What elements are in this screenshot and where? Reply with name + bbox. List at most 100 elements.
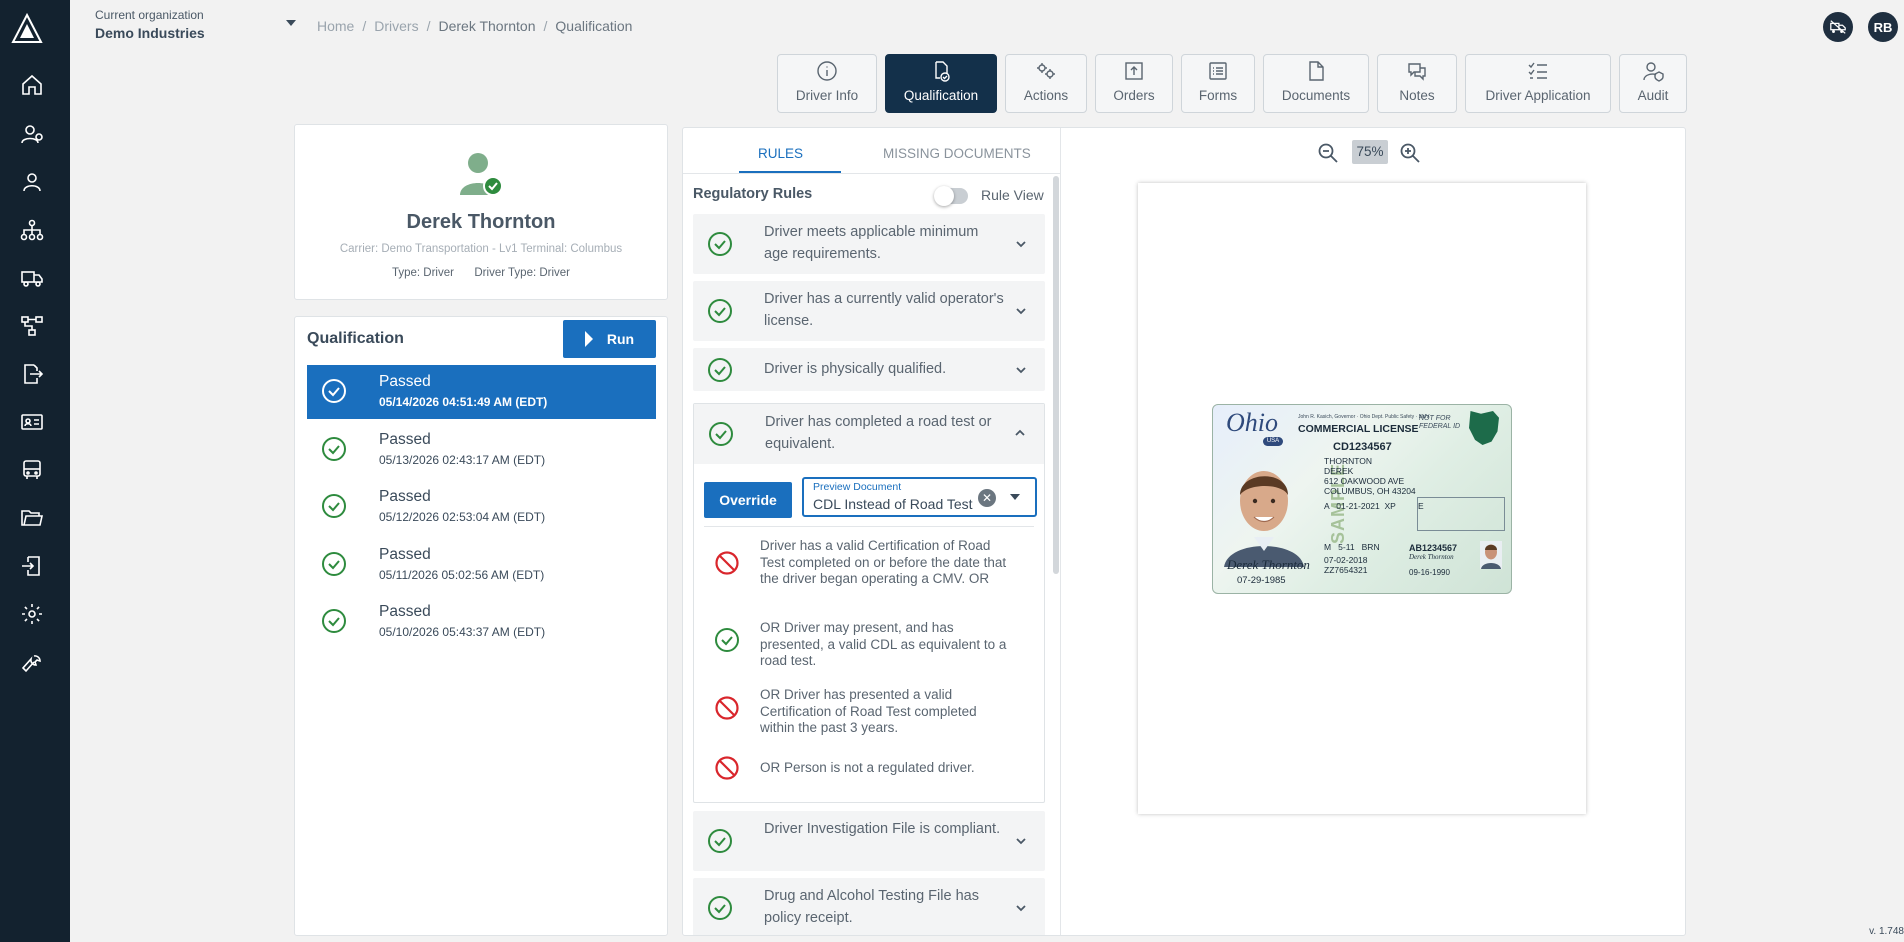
check-circle-icon [322, 437, 346, 461]
check-circle-icon [708, 896, 732, 920]
org-chart-icon[interactable] [19, 217, 45, 243]
play-icon [584, 331, 593, 347]
history-item[interactable]: Passed 05/10/2026 05:43:37 AM (EDT) [307, 595, 656, 649]
check-circle-icon [322, 552, 346, 576]
preview-document-label: Preview Document [813, 481, 902, 493]
rule-item[interactable]: Drug and Alcohol Testing File has policy… [693, 878, 1045, 935]
chevron-down-icon[interactable] [1015, 305, 1027, 317]
rule-item[interactable]: Driver is physically qualified. [693, 348, 1045, 391]
rules-panel: RULES MISSING DOCUMENTS Regulatory Rules… [682, 127, 1686, 936]
dropdown-caret-icon[interactable] [1010, 494, 1020, 500]
chevron-down-icon[interactable] [1015, 364, 1027, 376]
chevron-down-icon[interactable] [1015, 238, 1027, 250]
breadcrumb-driver[interactable]: Derek Thornton [438, 18, 535, 34]
breadcrumb-home[interactable]: Home [317, 18, 354, 34]
rule-item[interactable]: Driver has a currently valid operator's … [693, 281, 1045, 341]
tab-orders[interactable]: Orders [1095, 54, 1173, 113]
info-icon [817, 61, 837, 81]
driver-type-2: Driver Type: Driver [474, 267, 571, 279]
chevron-up-icon[interactable] [1014, 427, 1026, 439]
home-icon[interactable] [19, 72, 45, 98]
rule-header[interactable]: Driver has completed a road test or equi… [694, 404, 1044, 464]
driver-name: Derek Thornton [406, 211, 556, 233]
clear-icon[interactable]: ✕ [978, 489, 996, 507]
rule-view-toggle[interactable] [934, 186, 968, 206]
check-circle-icon [715, 628, 739, 652]
check-circle-icon [708, 829, 732, 853]
file-import-icon[interactable] [19, 553, 45, 579]
tab-audit[interactable]: Audit [1619, 54, 1687, 113]
chevron-down-icon[interactable] [1015, 835, 1027, 847]
org-name[interactable]: Demo Industries [95, 25, 205, 41]
license-mini-photo [1480, 541, 1502, 569]
license-image: Ohio USA John R. Kasich, Governor · Ohio… [1212, 404, 1512, 594]
tab-divider [683, 173, 1060, 174]
breadcrumb-drivers[interactable]: Drivers [374, 18, 418, 34]
blocked-icon [715, 696, 739, 720]
wrench-icon[interactable] [19, 649, 45, 675]
blocked-icon [715, 756, 739, 780]
tab-missing-documents[interactable]: MISSING DOCUMENTS [883, 146, 1031, 161]
tab-qualification[interactable]: Qualification [885, 54, 997, 113]
history-item[interactable]: Passed 05/14/2026 04:51:49 AM (EDT) [307, 365, 656, 419]
zoom-level: 75% [1352, 140, 1388, 164]
zoom-in-icon[interactable] [1399, 142, 1421, 164]
tab-forms[interactable]: Forms [1181, 54, 1255, 113]
sidebar [0, 0, 70, 942]
ohio-state-shape [1469, 411, 1499, 445]
workflow-icon[interactable] [19, 313, 45, 339]
license-box [1417, 497, 1505, 531]
tab-notes[interactable]: Notes [1377, 54, 1457, 113]
tab-rules[interactable]: RULES [758, 146, 803, 161]
driver-profile-card: Derek Thornton Carrier: Demo Transportat… [294, 124, 668, 300]
override-button[interactable]: Override [704, 482, 792, 518]
breadcrumb: Home / Drivers / Derek Thornton / Qualif… [317, 18, 633, 34]
rules-column: RULES MISSING DOCUMENTS Regulatory Rules… [683, 128, 1061, 935]
user-avatar[interactable]: RB [1868, 12, 1898, 42]
bus-icon[interactable] [19, 457, 45, 483]
blocked-icon [715, 551, 739, 575]
check-circle-icon [322, 379, 346, 403]
truck-icon[interactable] [19, 265, 45, 291]
rules-scrollbar[interactable] [1053, 176, 1059, 574]
app-logo-icon[interactable] [10, 12, 44, 46]
run-button[interactable]: Run [563, 320, 656, 358]
check-circle-icon [708, 299, 732, 323]
user-check-icon[interactable] [19, 121, 45, 147]
tab-driver-info[interactable]: Driver Info [777, 54, 877, 113]
check-circle-icon [709, 422, 733, 446]
settings-gear-icon[interactable] [19, 601, 45, 627]
driver-carrier: Carrier: Demo Transportation - Lv1 Termi… [339, 243, 623, 255]
preview-document-input[interactable] [813, 496, 973, 512]
driver-type-line: Type: Driver Driver Type: Driver [295, 267, 667, 279]
tab-driver-application[interactable]: Driver Application [1465, 54, 1611, 113]
truck-status-icon[interactable] [1823, 12, 1853, 42]
history-item[interactable]: Passed 05/13/2026 02:43:17 AM (EDT) [307, 423, 656, 477]
history-item[interactable]: Passed 05/12/2026 02:53:04 AM (EDT) [307, 480, 656, 534]
file-export-icon[interactable] [19, 361, 45, 387]
id-card-icon[interactable] [19, 409, 45, 435]
rule-item[interactable]: Driver meets applicable minimum age requ… [693, 214, 1045, 274]
org-chevron-down-icon[interactable] [286, 20, 296, 26]
user-verified-icon [460, 153, 503, 196]
folder-icon[interactable] [19, 505, 45, 531]
chevron-down-icon[interactable] [1015, 902, 1027, 914]
user-icon[interactable] [19, 169, 45, 195]
license-photo [1224, 471, 1304, 567]
rule-item[interactable]: Driver Investigation File is compliant. [693, 811, 1045, 871]
user-shield-icon [1643, 62, 1664, 82]
document-preview-page: Ohio USA John R. Kasich, Governor · Ohio… [1138, 183, 1586, 814]
qualification-history-panel: Qualification Run Passed 05/14/2026 04:5… [294, 316, 668, 936]
chat-icon [1408, 63, 1426, 81]
tab-documents[interactable]: Documents [1263, 54, 1369, 113]
list-icon [1209, 62, 1227, 80]
check-circle-icon [708, 232, 732, 256]
check-circle-icon [322, 609, 346, 633]
zoom-out-icon[interactable] [1317, 142, 1339, 164]
divider [704, 526, 1034, 527]
history-item[interactable]: Passed 05/11/2026 05:02:56 AM (EDT) [307, 538, 656, 592]
preview-document-select[interactable]: Preview Document ✕ [802, 477, 1037, 517]
tab-actions[interactable]: Actions [1005, 54, 1087, 113]
qualification-icon [935, 61, 950, 82]
document-icon [1309, 61, 1324, 81]
